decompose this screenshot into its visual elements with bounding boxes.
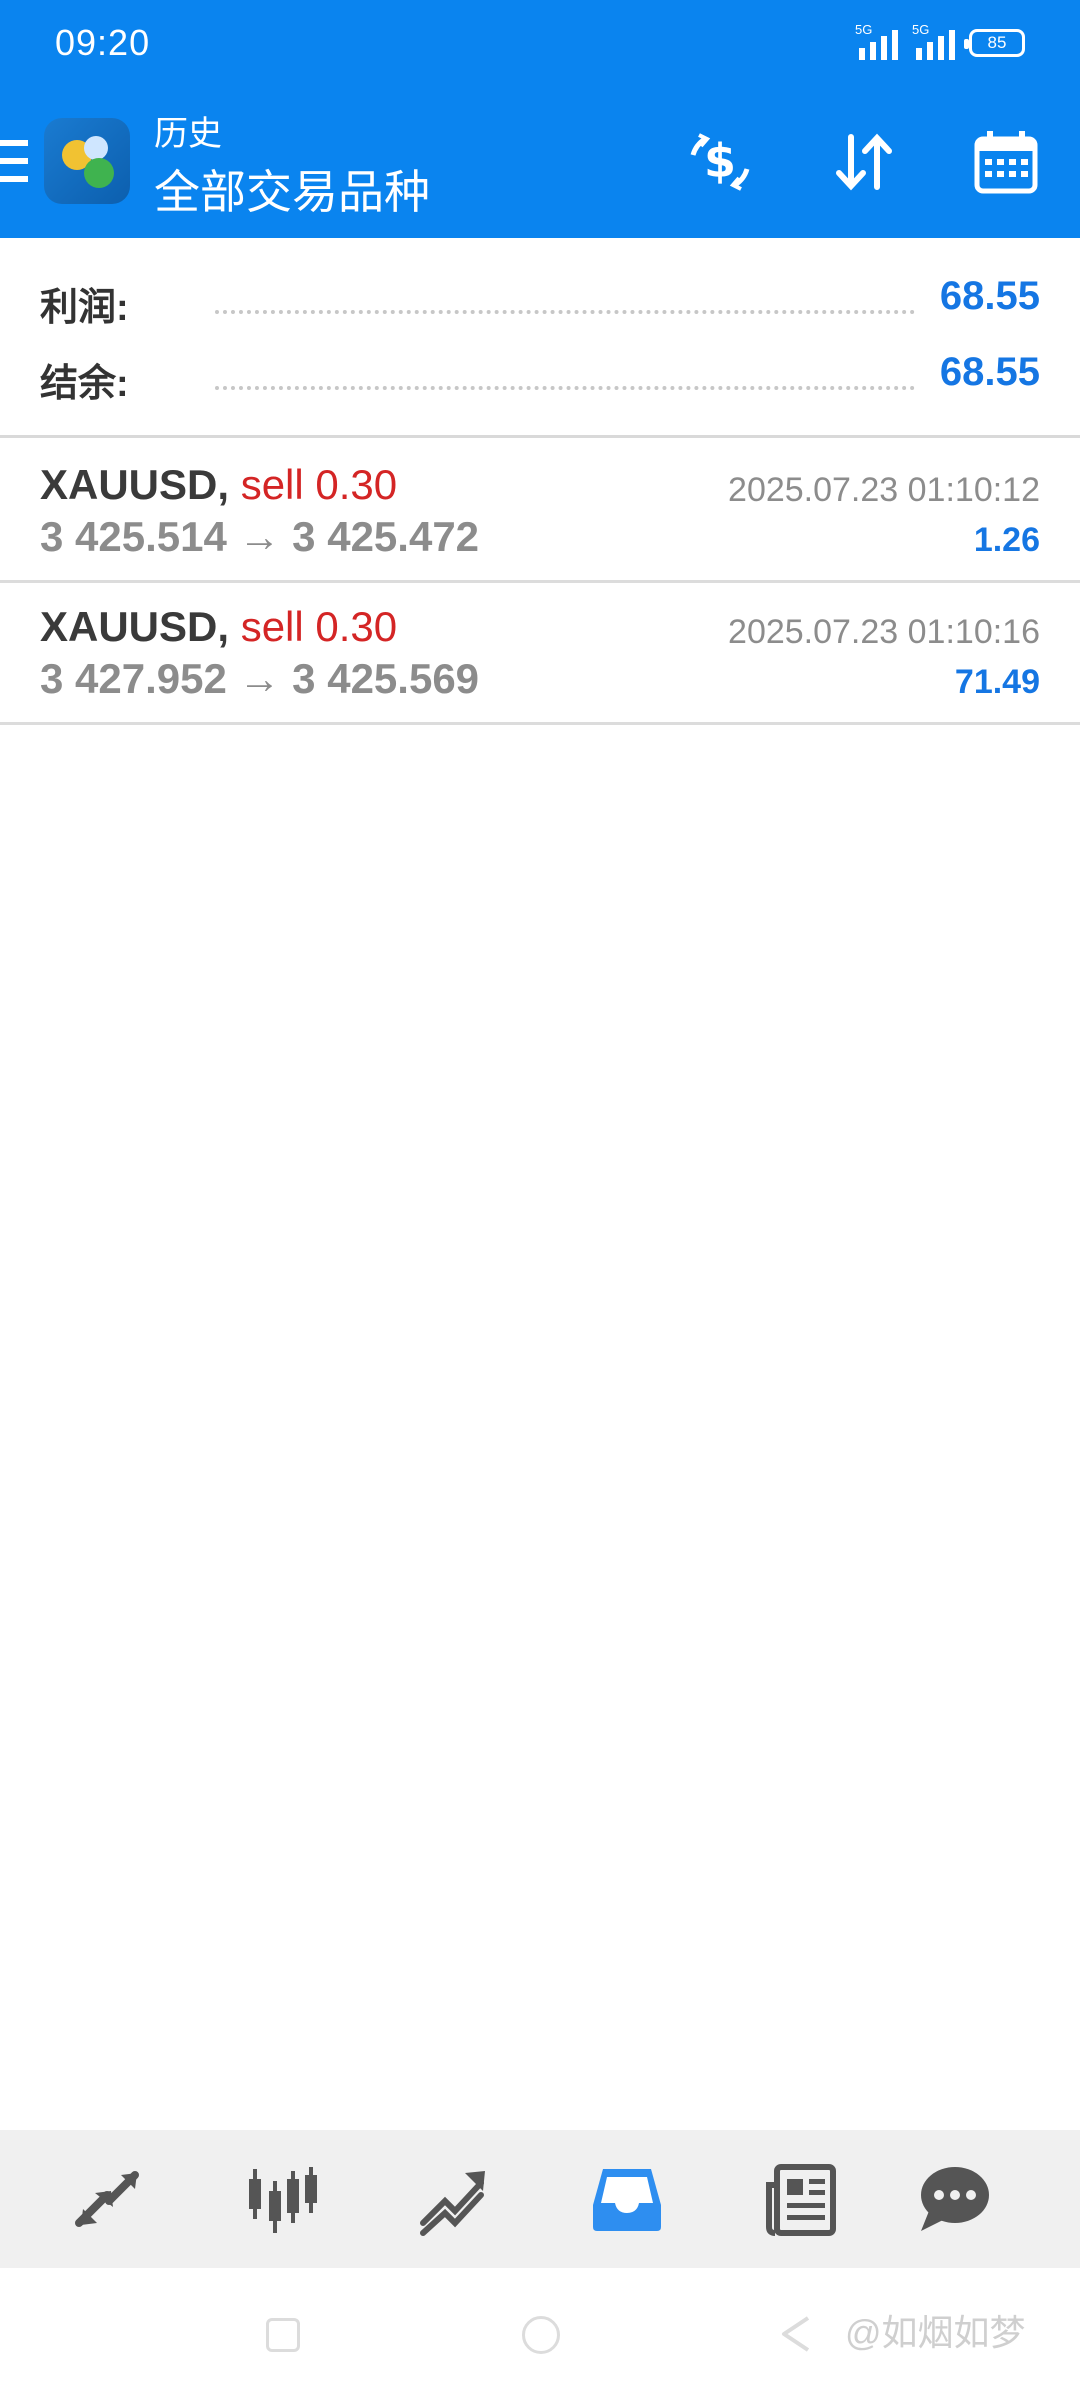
system-navigation: @如烟如梦 bbox=[0, 2268, 1080, 2400]
recents-button[interactable] bbox=[266, 2318, 300, 2352]
metatrader-logo bbox=[44, 118, 130, 204]
menu-icon[interactable] bbox=[0, 140, 28, 182]
back-button[interactable] bbox=[776, 2314, 816, 2354]
trade-symbol: XAUUSD, bbox=[40, 461, 230, 508]
trade-icon[interactable] bbox=[408, 2154, 498, 2244]
watermark: @如烟如梦 bbox=[845, 2312, 1026, 2353]
dotted-leader bbox=[215, 310, 915, 314]
profit-row: 利润: 68.55 bbox=[0, 268, 1080, 329]
chat-icon[interactable] bbox=[908, 2154, 998, 2244]
signal-icon: 5G bbox=[912, 22, 955, 60]
quotes-icon[interactable] bbox=[62, 2154, 152, 2244]
profit-value: 68.55 bbox=[939, 274, 1040, 318]
sort-icon[interactable] bbox=[824, 122, 904, 202]
trade-time: 2025.07.23 01:10:16 bbox=[728, 613, 1040, 651]
news-icon[interactable] bbox=[756, 2154, 846, 2244]
chart-icon[interactable] bbox=[236, 2154, 326, 2244]
page-title: 历史 bbox=[154, 115, 222, 153]
currency-icon[interactable]: $ bbox=[680, 122, 760, 202]
summary-panel: 利润: 68.55 结余: 68.55 bbox=[0, 238, 1080, 438]
balance-label: 结余: bbox=[40, 363, 129, 405]
svg-text:$: $ bbox=[704, 134, 736, 188]
battery-icon: 85 bbox=[964, 29, 1025, 57]
status-time: 09:20 bbox=[55, 22, 151, 63]
profit-label: 利润: bbox=[40, 287, 129, 329]
dotted-leader bbox=[215, 386, 915, 390]
trade-prices: 3 425.514 → 3 425.472 bbox=[40, 513, 480, 560]
trade-time: 2025.07.23 01:10:12 bbox=[728, 471, 1040, 509]
trade-profit: 1.26 bbox=[973, 521, 1040, 559]
trade-profit: 71.49 bbox=[954, 663, 1040, 701]
balance-row: 结余: 68.55 bbox=[0, 344, 1080, 405]
trade-row[interactable]: XAUUSD, sell 0.30 3 427.952 → 3 425.569 … bbox=[0, 583, 1080, 725]
bottom-navigation bbox=[0, 2130, 1080, 2268]
trade-side: sell 0.30 bbox=[240, 461, 398, 508]
trade-title: XAUUSD, sell 0.30 bbox=[40, 603, 397, 651]
top-bar: 09:20 5G 5G 85 历史 全部交易品种 $ bbox=[0, 0, 1080, 238]
history-icon[interactable] bbox=[582, 2154, 672, 2244]
calendar-icon[interactable] bbox=[966, 122, 1046, 202]
balance-value: 68.55 bbox=[939, 350, 1040, 394]
trade-symbol: XAUUSD, bbox=[40, 603, 230, 650]
trade-row[interactable]: XAUUSD, sell 0.30 3 425.514 → 3 425.472 … bbox=[0, 441, 1080, 583]
symbol-filter-title[interactable]: 全部交易品种 bbox=[154, 156, 430, 222]
trade-side: sell 0.30 bbox=[240, 603, 398, 650]
trade-title: XAUUSD, sell 0.30 bbox=[40, 461, 397, 509]
signal-icon: 5G bbox=[855, 22, 898, 60]
status-icons: 5G 5G 85 bbox=[855, 22, 1025, 60]
trade-prices: 3 427.952 → 3 425.569 bbox=[40, 655, 480, 702]
home-button[interactable] bbox=[522, 2316, 560, 2354]
